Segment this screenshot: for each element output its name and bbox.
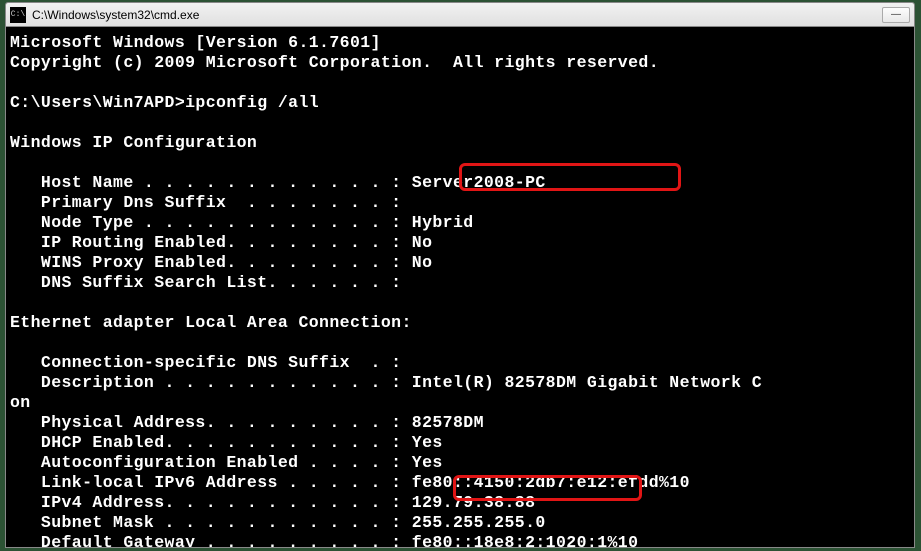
cmd-icon-label: C:\	[11, 10, 25, 19]
titlebar[interactable]: C:\ C:\Windows\system32\cmd.exe —	[6, 3, 914, 27]
cmd-window: C:\ C:\Windows\system32\cmd.exe — Micros…	[5, 2, 915, 548]
terminal-output[interactable]: Microsoft Windows [Version 6.1.7601] Cop…	[6, 27, 914, 547]
cmd-icon: C:\	[10, 7, 26, 23]
minimize-icon: —	[891, 9, 901, 20]
titlebar-buttons: —	[882, 7, 910, 23]
minimize-button[interactable]: —	[882, 7, 910, 23]
window-title: C:\Windows\system32\cmd.exe	[32, 8, 199, 22]
